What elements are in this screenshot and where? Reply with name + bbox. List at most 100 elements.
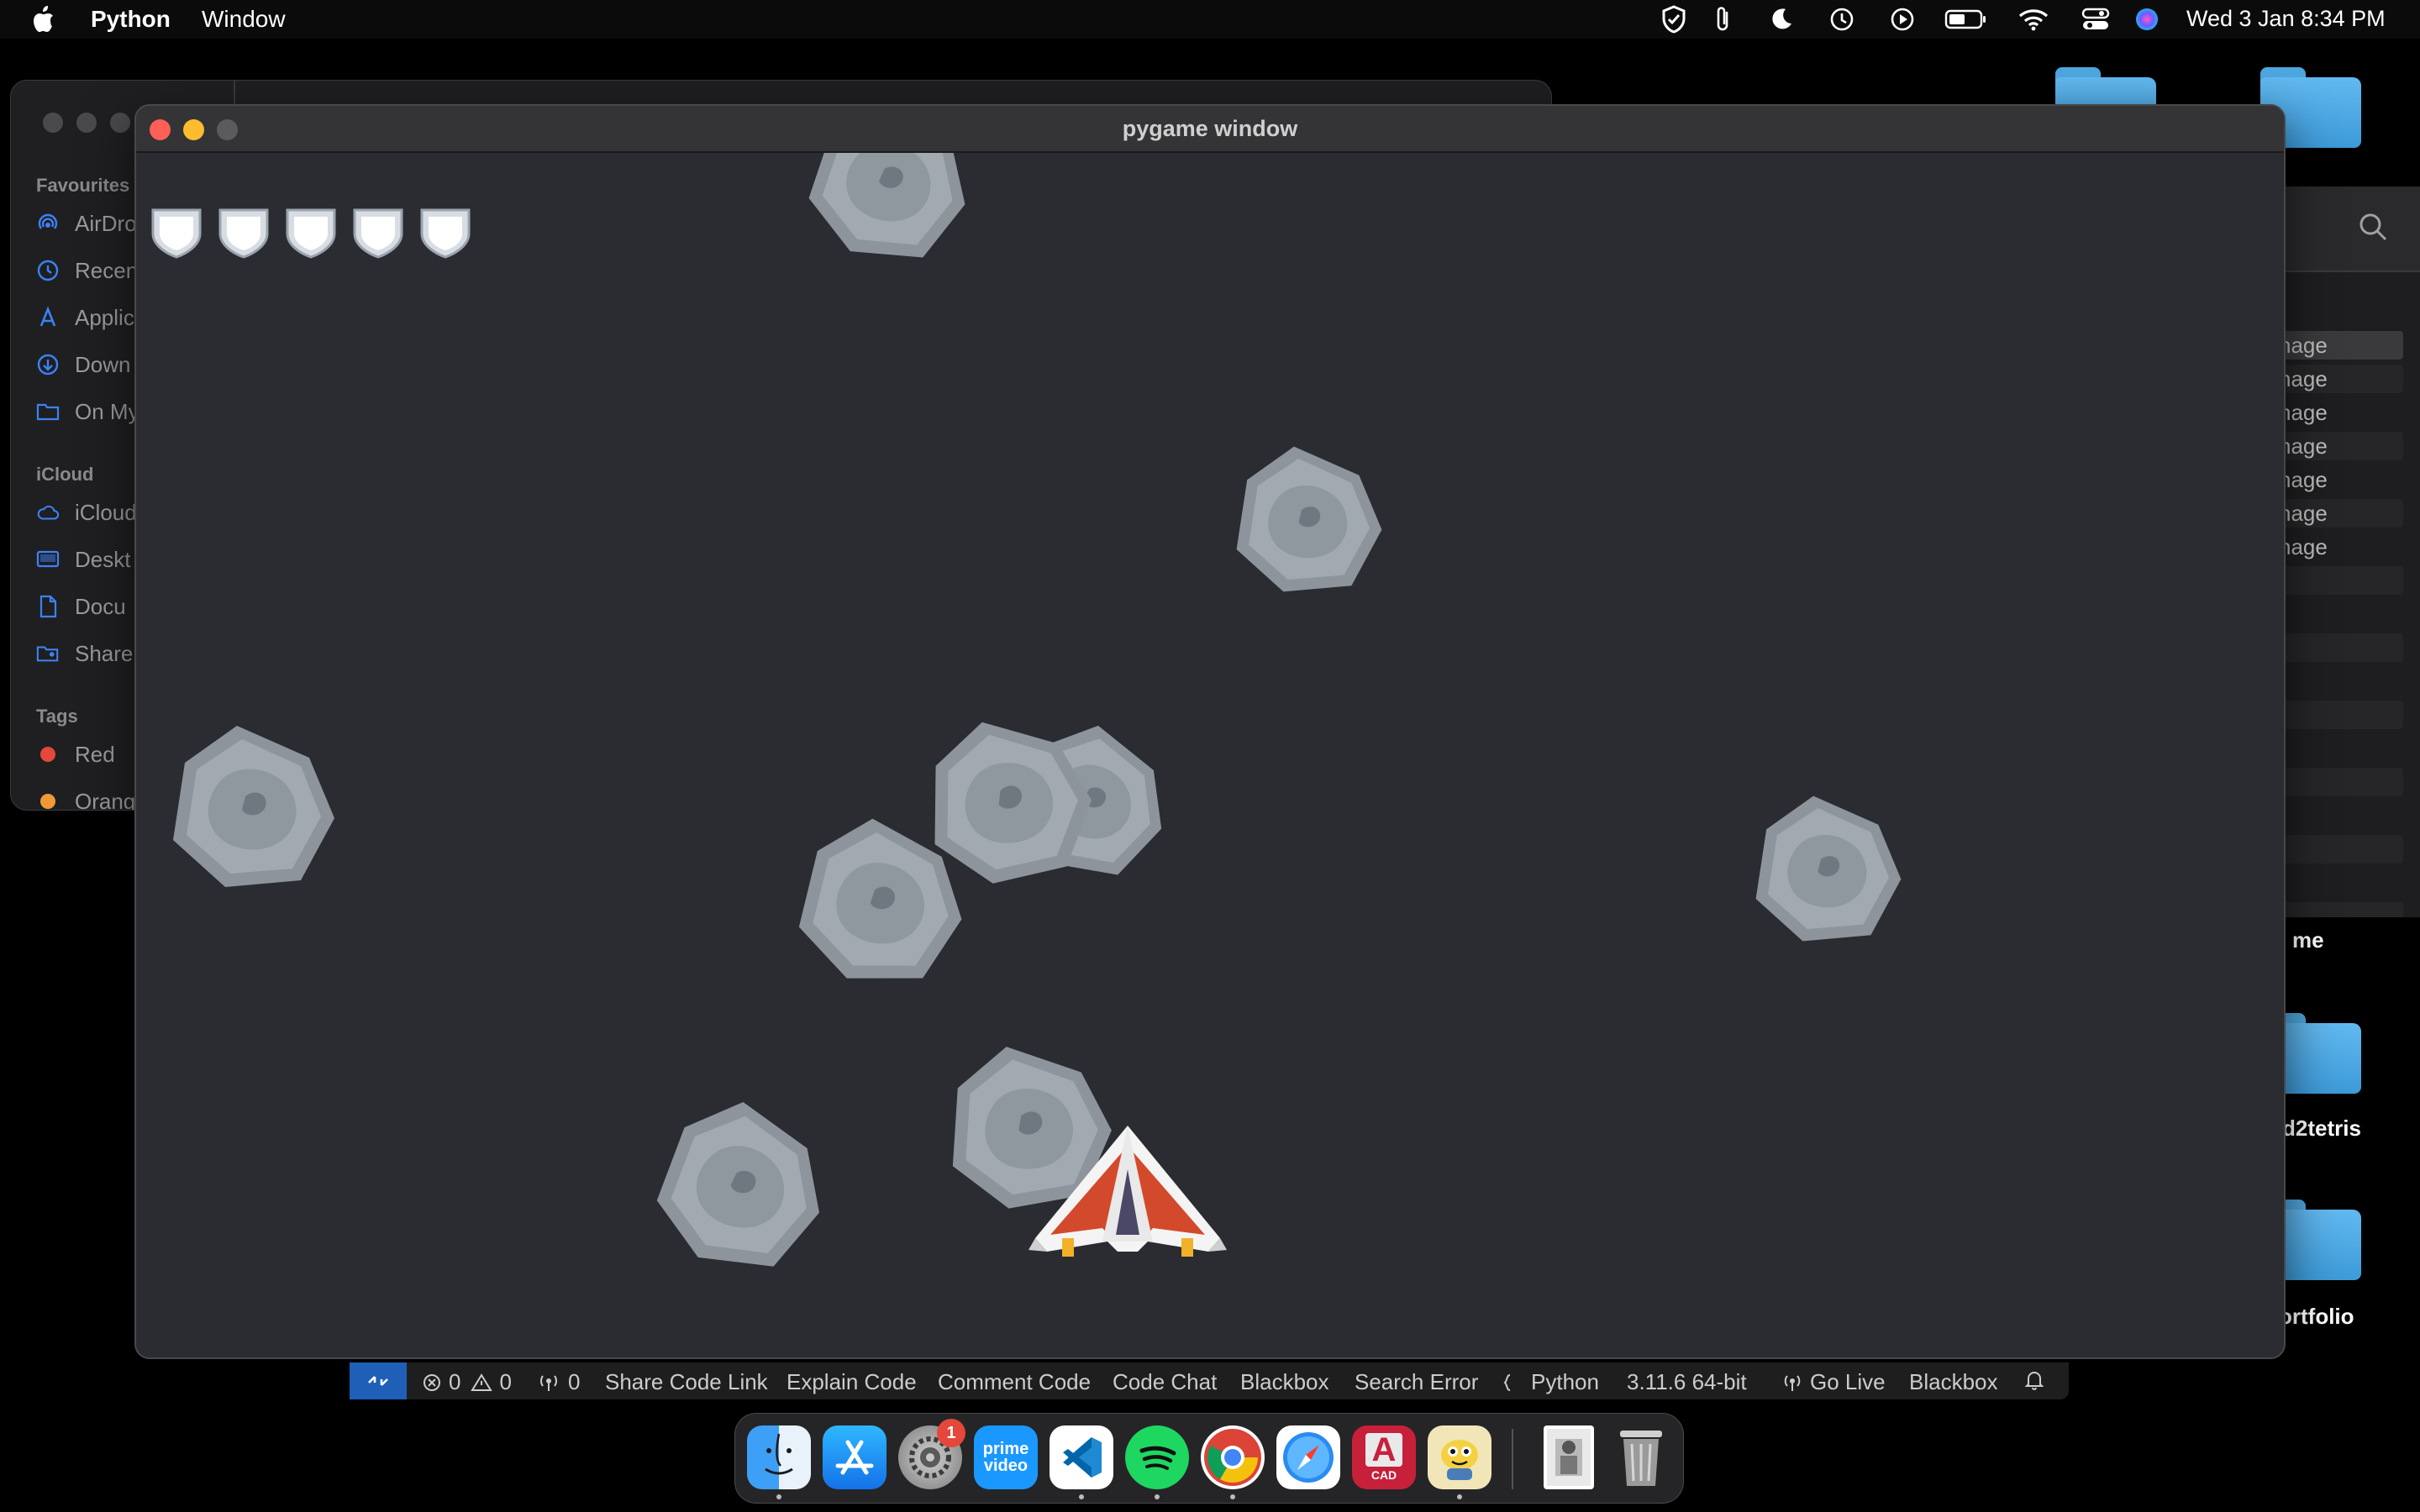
language-mode-button[interactable]: Python <box>1502 1369 1599 1395</box>
wifi-icon[interactable] <box>2017 0 2050 39</box>
dock-separator <box>1512 1429 1513 1489</box>
cloud-icon <box>36 501 60 524</box>
sidebar-item-label: Red <box>75 741 115 767</box>
file-row-empty <box>2269 701 2403 729</box>
sidebar-item-tag-red[interactable]: Red <box>36 738 115 771</box>
menu-window[interactable]: Window <box>202 6 286 33</box>
window-title: pygame window <box>1122 116 1298 141</box>
dock-trash-icon[interactable] <box>1609 1425 1673 1489</box>
file-row-name: nage <box>2279 365 2328 391</box>
prime-video-label-2: video <box>983 1457 1028 1475</box>
dock-spotify-icon[interactable] <box>1125 1425 1189 1489</box>
dock-running-indicator <box>1457 1494 1462 1499</box>
sidebar-item-recents[interactable]: Recen <box>36 254 138 287</box>
blackbox-status-button[interactable]: Blackbox <box>1909 1369 1998 1395</box>
airdrop-icon <box>36 212 60 235</box>
pygame-window[interactable]: pygame window <box>134 104 2286 1359</box>
file-row[interactable]: nage <box>2269 331 2403 360</box>
sidebar-item-icloud-drive[interactable]: iCloud <box>36 496 137 529</box>
file-row[interactable]: nage <box>2269 365 2403 393</box>
share-code-link-button[interactable]: Share Code Link <box>605 1369 768 1395</box>
battery-icon[interactable] <box>1943 0 1990 39</box>
braces-icon <box>1503 1373 1511 1391</box>
file-row[interactable]: nage <box>2269 432 2403 460</box>
warning-icon <box>471 1373 493 1391</box>
dock-python-launcher-icon[interactable] <box>1428 1425 1491 1489</box>
file-row-empty <box>2269 566 2403 595</box>
ports-count: 0 <box>568 1369 581 1394</box>
search-error-button[interactable]: Search Error <box>1355 1369 1478 1395</box>
sidebar-item-desktop[interactable]: Deskt <box>36 543 130 576</box>
finder-right-toolbar <box>2269 186 2420 270</box>
sidebar-item-airdrop[interactable]: AirDro <box>36 207 137 240</box>
sidebar-item-applications[interactable]: Applic <box>36 301 134 334</box>
shared-folder-icon <box>36 642 60 665</box>
dock-vscode-icon[interactable] <box>1050 1425 1113 1489</box>
dock-finder-icon[interactable] <box>747 1425 811 1489</box>
folder-icon <box>36 400 60 423</box>
file-row[interactable]: nage <box>2269 499 2403 528</box>
dock-prime-video-icon[interactable]: prime video <box>974 1425 1038 1489</box>
paperclip-icon[interactable] <box>1711 0 1736 39</box>
download-icon <box>36 353 60 376</box>
file-row-name: nage <box>2279 399 2328 425</box>
desktop-folder-label: ortfolio <box>2279 1304 2354 1329</box>
problems-status[interactable]: 0 0 <box>422 1369 512 1395</box>
ports-status[interactable]: 0 <box>538 1369 580 1395</box>
dock-running-indicator <box>776 1494 781 1499</box>
sidebar-item-documents[interactable]: Docu <box>36 590 126 623</box>
sidebar-item-label: AirDro <box>75 210 137 236</box>
life-icon <box>286 208 336 259</box>
notifications-button[interactable] <box>2023 1369 2045 1391</box>
lives-indicator <box>151 208 471 259</box>
dock-document-preview[interactable] <box>1544 1425 1594 1489</box>
moon-icon[interactable] <box>1766 0 1797 39</box>
pygame-titlebar[interactable]: pygame window <box>136 106 2284 153</box>
comment-code-button[interactable]: Comment Code <box>938 1369 1091 1395</box>
go-live-button[interactable]: Go Live <box>1781 1369 1886 1395</box>
error-icon <box>424 1373 440 1391</box>
file-row[interactable]: nage <box>2269 533 2403 561</box>
code-chat-button[interactable]: Code Chat <box>1113 1369 1217 1395</box>
explain-code-button[interactable]: Explain Code <box>786 1369 917 1395</box>
menu-app-name[interactable]: Python <box>91 6 171 33</box>
file-row-name: nage <box>2279 533 2328 559</box>
file-row-name: nage <box>2279 500 2328 526</box>
play-circle-icon[interactable] <box>1887 0 1918 39</box>
time-machine-icon[interactable] <box>1827 0 1857 39</box>
dock-autocad-icon[interactable]: A CAD <box>1352 1425 1416 1489</box>
dock: 1 prime video A CAD <box>734 1413 1684 1504</box>
game-canvas[interactable] <box>136 153 2284 1357</box>
sidebar-item-label: iCloud <box>75 499 137 525</box>
dock-safari-icon[interactable] <box>1276 1425 1340 1489</box>
siri-icon[interactable] <box>2133 0 2161 39</box>
file-row-empty <box>2269 902 2403 917</box>
search-icon[interactable] <box>2358 212 2388 246</box>
finder-window-right: nage nage nage nage nage nage nage <box>2269 186 2420 917</box>
control-center-icon[interactable] <box>2079 0 2112 39</box>
interpreter-button[interactable]: 3.11.6 64-bit <box>1627 1369 1747 1395</box>
tag-dot-icon <box>36 743 60 766</box>
sidebar-item-downloads[interactable]: Down <box>36 348 130 381</box>
blackbox-button[interactable]: Blackbox <box>1240 1369 1329 1395</box>
cad-label: CAD <box>1370 1468 1397 1482</box>
document-icon <box>36 595 60 618</box>
shield-check-icon[interactable] <box>1657 0 1691 39</box>
sidebar-item-label: Down <box>75 351 131 377</box>
file-row[interactable]: nage <box>2269 398 2403 427</box>
sidebar-item-label: Applic <box>75 304 134 330</box>
dock-app-store-icon[interactable] <box>823 1425 886 1489</box>
file-row[interactable]: nage <box>2269 465 2403 494</box>
remote-indicator-button[interactable] <box>350 1362 407 1399</box>
sidebar-item-shared[interactable]: Share <box>36 637 133 670</box>
apple-menu-icon[interactable] <box>32 5 59 34</box>
sidebar-item-label: Orang <box>75 788 136 811</box>
sidebar-item-on-my-mac[interactable]: On My <box>36 395 139 428</box>
desktop-icon <box>36 548 60 571</box>
desktop-folder-label: d2tetris <box>2282 1116 2361 1141</box>
asteroid <box>1236 446 1382 592</box>
broadcast-icon <box>540 1374 557 1391</box>
sidebar-item-tag-orange[interactable]: Orang <box>36 785 136 811</box>
dock-chrome-icon[interactable] <box>1201 1425 1265 1489</box>
menu-clock[interactable]: Wed 3 Jan 8:34 PM <box>2186 6 2386 32</box>
